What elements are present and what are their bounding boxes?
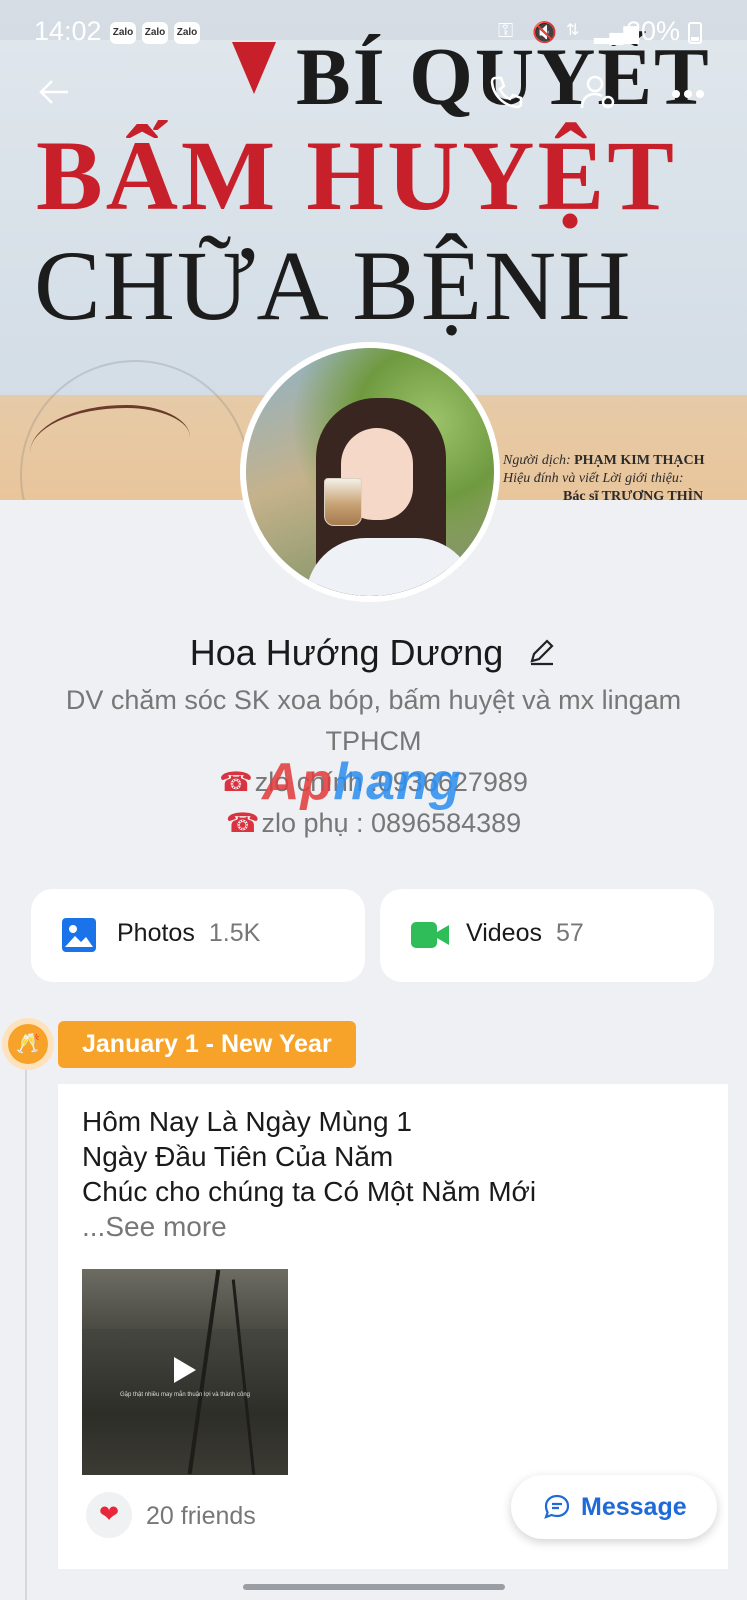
bio-line-1: DV chăm sóc SK xoa bóp, bấm huyệt và mx … — [65, 685, 682, 756]
heart-icon[interactable]: ❤ — [86, 1492, 132, 1538]
status-bar: 14:02 Zalo Zalo Zalo ⚿ 🔇 ⇅ ▂▄▆ 20% — [0, 0, 747, 64]
back-arrow-icon — [39, 80, 68, 104]
zalo-notification-icon: Zalo — [110, 22, 136, 44]
photo-icon — [62, 918, 96, 952]
cover-title-line2: BẤM HUYỆT — [36, 120, 677, 231]
thumbnail-roof — [82, 1269, 288, 1329]
watermark-logo: Aphang — [262, 752, 462, 812]
avatar-cup — [324, 478, 362, 526]
edit-name-button[interactable] — [527, 634, 557, 676]
zalo-notification-icon: Zalo — [142, 22, 168, 44]
profile-settings-button[interactable] — [574, 72, 622, 120]
video-caption: Gặp thật nhiều may mắn thuận lợi và thàn… — [119, 1392, 251, 1398]
reaction-count[interactable]: 20 friends — [146, 1502, 256, 1531]
data-transfer-icon: ⇅ — [566, 22, 580, 39]
battery-percent: 20% — [626, 16, 681, 46]
event-tag: January 1 - New Year — [58, 1021, 356, 1068]
cover-credits: Người dịch: PHẠM KIM THẠCH Hiệu đính và … — [503, 452, 705, 500]
post-line-3: Chúc cho chúng ta Có Một Năm Mới — [82, 1176, 537, 1207]
phone-icon — [490, 76, 523, 109]
bio-line-3: zlo phụ : 0896584389 — [261, 808, 522, 838]
avatar-image — [246, 348, 494, 596]
home-indicator[interactable] — [243, 1584, 505, 1590]
celebration-icon: 🥂 — [8, 1024, 48, 1064]
cover-title-line3: CHỮA BỆNH — [34, 230, 633, 341]
profile-name: Hoa Hướng Dương — [189, 632, 504, 673]
back-button[interactable] — [30, 72, 78, 120]
avatar[interactable] — [240, 342, 500, 602]
post-text[interactable]: Hôm Nay Là Ngày Mùng 1 Ngày Đầu Tiên Của… — [82, 1104, 536, 1244]
photos-card[interactable]: Photos 1.5K — [31, 889, 365, 982]
cover-editor: Bác sĩ TRƯƠNG THÌN — [563, 489, 704, 500]
cover-translator: PHẠM KIM THẠCH — [574, 453, 705, 468]
user-settings-icon — [580, 75, 615, 109]
chat-bubble-icon — [544, 1494, 570, 1519]
timeline-line — [25, 1050, 27, 1600]
status-time: 14:02 — [34, 16, 102, 46]
post-line-1: Hôm Nay Là Ngày Mùng 1 — [82, 1106, 412, 1137]
post-line-2: Ngày Đầu Tiên Của Năm — [82, 1141, 394, 1172]
watermark-part1: Ap — [262, 753, 334, 811]
battery-icon — [688, 22, 702, 44]
photos-label: Photos — [117, 919, 195, 947]
videos-label: Videos — [466, 919, 542, 947]
video-thumbnail[interactable]: Gặp thật nhiều may mắn thuận lợi và thàn… — [82, 1269, 288, 1475]
cover-translator-label: Người dịch: — [503, 453, 571, 468]
play-icon — [174, 1357, 196, 1383]
more-dots-icon — [671, 89, 705, 99]
photos-count: 1.5K — [208, 919, 261, 947]
profile-name-row: Hoa Hướng Dương — [0, 632, 747, 676]
pencil-icon — [530, 639, 554, 666]
watermark-part2: hang — [333, 753, 462, 811]
mute-icon: 🔇 — [532, 22, 557, 44]
key-icon: ⚿ — [498, 20, 514, 42]
videos-card[interactable]: Videos 57 — [380, 889, 714, 982]
telephone-icon: ☎ — [219, 767, 253, 797]
telephone-icon: ☎ — [225, 808, 260, 838]
message-label: Message — [581, 1493, 687, 1521]
call-button[interactable] — [482, 72, 530, 120]
videos-count: 57 — [556, 919, 584, 947]
cover-editor-label: Hiệu đính và viết Lời giới thiệu: — [503, 471, 684, 486]
zalo-notification-icon: Zalo — [174, 22, 200, 44]
message-button[interactable]: Message — [511, 1475, 717, 1539]
more-options-button[interactable] — [664, 72, 712, 120]
see-more-link[interactable]: ...See more — [82, 1209, 536, 1244]
video-camera-icon — [411, 922, 449, 948]
